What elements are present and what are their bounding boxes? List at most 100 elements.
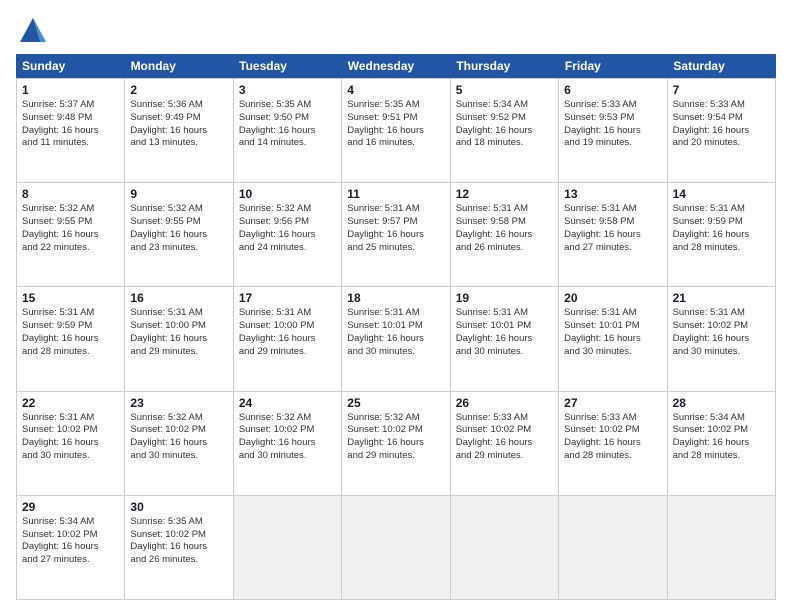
day-info: Sunrise: 5:37 AM Sunset: 9:48 PM Dayligh…	[22, 99, 119, 150]
calendar-cell: 22Sunrise: 5:31 AM Sunset: 10:02 PM Dayl…	[17, 392, 125, 495]
weekday-header: Sunday	[16, 54, 125, 78]
calendar-cell: 23 Sunrise: 5:32 AM Sunset: 10:02 PM Dayl…	[125, 392, 233, 495]
day-info: Sunrise: 5:31 AM Sunset: 10:00 PM Daylig…	[130, 307, 227, 358]
day-number: 3	[239, 83, 336, 97]
calendar-cell: 24Sunrise: 5:32 AM Sunset: 10:02 PM Dayl…	[234, 392, 342, 495]
calendar-cell: 5 Sunrise: 5:34 AM Sunset: 9:52 PM Daylig…	[451, 79, 559, 182]
day-info: Sunrise: 5:33 AM Sunset: 10:02 PM Daylig…	[564, 412, 661, 463]
calendar-cell: 14Sunrise: 5:31 AM Sunset: 9:59 PM Dayli…	[668, 183, 776, 286]
calendar-cell: 17Sunrise: 5:31 AM Sunset: 10:00 PM Dayl…	[234, 287, 342, 390]
day-info: Sunrise: 5:32 AM Sunset: 10:02 PM Daylig…	[130, 412, 227, 463]
day-number: 5	[456, 83, 553, 97]
calendar-cell	[342, 496, 450, 599]
day-number: 28	[673, 396, 770, 410]
day-info: Sunrise: 5:33 AM Sunset: 9:53 PM Dayligh…	[564, 99, 661, 150]
calendar-cell: 9 Sunrise: 5:32 AM Sunset: 9:55 PM Daylig…	[125, 183, 233, 286]
calendar-row: 29 Sunrise: 5:34 AM Sunset: 10:02 PM Dayl…	[16, 495, 776, 600]
calendar-cell: 2 Sunrise: 5:36 AM Sunset: 9:49 PM Daylig…	[125, 79, 233, 182]
day-number: 2	[130, 83, 227, 97]
day-number: 15	[22, 291, 119, 305]
weekday-header: Monday	[125, 54, 234, 78]
day-number: 9	[130, 187, 227, 201]
day-number: 23	[130, 396, 227, 410]
calendar-cell: 6Sunrise: 5:33 AM Sunset: 9:53 PM Daylig…	[559, 79, 667, 182]
page: SundayMondayTuesdayWednesdayThursdayFrid…	[0, 0, 792, 612]
day-number: 20	[564, 291, 661, 305]
day-info: Sunrise: 5:31 AM Sunset: 10:01 PM Daylig…	[564, 307, 661, 358]
logo-icon	[16, 12, 50, 46]
calendar-cell: 15 Sunrise: 5:31 AM Sunset: 9:59 PM Dayli…	[17, 287, 125, 390]
weekday-header: Tuesday	[233, 54, 342, 78]
day-info: Sunrise: 5:36 AM Sunset: 9:49 PM Dayligh…	[130, 99, 227, 150]
calendar-cell: 19Sunrise: 5:31 AM Sunset: 10:01 PM Dayl…	[451, 287, 559, 390]
calendar-cell: 13 Sunrise: 5:31 AM Sunset: 9:58 PM Dayli…	[559, 183, 667, 286]
calendar-cell	[668, 496, 776, 599]
calendar-row: 8 Sunrise: 5:32 AM Sunset: 9:55 PM Daylig…	[16, 182, 776, 286]
calendar-cell: 3 Sunrise: 5:35 AM Sunset: 9:50 PM Daylig…	[234, 79, 342, 182]
day-info: Sunrise: 5:34 AM Sunset: 10:02 PM Daylig…	[22, 516, 119, 567]
day-number: 26	[456, 396, 553, 410]
day-info: Sunrise: 5:35 AM Sunset: 9:50 PM Dayligh…	[239, 99, 336, 150]
calendar-cell: 12 Sunrise: 5:31 AM Sunset: 9:58 PM Dayli…	[451, 183, 559, 286]
day-info: Sunrise: 5:31 AM Sunset: 10:01 PM Daylig…	[347, 307, 444, 358]
day-info: Sunrise: 5:32 AM Sunset: 10:02 PM Daylig…	[347, 412, 444, 463]
day-number: 30	[130, 500, 227, 514]
calendar-cell: 25Sunrise: 5:32 AM Sunset: 10:02 PM Dayl…	[342, 392, 450, 495]
day-number: 4	[347, 83, 444, 97]
calendar-row: 15 Sunrise: 5:31 AM Sunset: 9:59 PM Dayli…	[16, 286, 776, 390]
day-number: 22	[22, 396, 119, 410]
calendar-body: 1 Sunrise: 5:37 AM Sunset: 9:48 PM Daylig…	[16, 78, 776, 600]
day-number: 10	[239, 187, 336, 201]
calendar-cell: 8Sunrise: 5:32 AM Sunset: 9:55 PM Daylig…	[17, 183, 125, 286]
calendar-cell: 26 Sunrise: 5:33 AM Sunset: 10:02 PM Dayl…	[451, 392, 559, 495]
day-number: 17	[239, 291, 336, 305]
day-info: Sunrise: 5:31 AM Sunset: 9:59 PM Dayligh…	[673, 203, 770, 254]
day-info: Sunrise: 5:35 AM Sunset: 10:02 PM Daylig…	[130, 516, 227, 567]
day-info: Sunrise: 5:31 AM Sunset: 9:57 PM Dayligh…	[347, 203, 444, 254]
day-info: Sunrise: 5:34 AM Sunset: 10:02 PM Daylig…	[673, 412, 770, 463]
calendar-cell	[451, 496, 559, 599]
calendar-cell: 10 Sunrise: 5:32 AM Sunset: 9:56 PM Dayli…	[234, 183, 342, 286]
day-number: 8	[22, 187, 119, 201]
day-info: Sunrise: 5:32 AM Sunset: 10:02 PM Daylig…	[239, 412, 336, 463]
day-number: 19	[456, 291, 553, 305]
day-info: Sunrise: 5:35 AM Sunset: 9:51 PM Dayligh…	[347, 99, 444, 150]
logo	[16, 12, 50, 46]
calendar-cell: 11 Sunrise: 5:31 AM Sunset: 9:57 PM Dayli…	[342, 183, 450, 286]
day-number: 1	[22, 83, 119, 97]
day-info: Sunrise: 5:34 AM Sunset: 9:52 PM Dayligh…	[456, 99, 553, 150]
calendar-header: SundayMondayTuesdayWednesdayThursdayFrid…	[16, 54, 776, 78]
calendar-cell	[559, 496, 667, 599]
day-info: Sunrise: 5:31 AM Sunset: 9:58 PM Dayligh…	[564, 203, 661, 254]
weekday-header: Thursday	[450, 54, 559, 78]
day-number: 29	[22, 500, 119, 514]
weekday-header: Saturday	[667, 54, 776, 78]
day-info: Sunrise: 5:32 AM Sunset: 9:55 PM Dayligh…	[130, 203, 227, 254]
day-number: 16	[130, 291, 227, 305]
calendar-cell: 20 Sunrise: 5:31 AM Sunset: 10:01 PM Dayl…	[559, 287, 667, 390]
day-number: 12	[456, 187, 553, 201]
calendar: SundayMondayTuesdayWednesdayThursdayFrid…	[16, 54, 776, 600]
calendar-cell: 1 Sunrise: 5:37 AM Sunset: 9:48 PM Daylig…	[17, 79, 125, 182]
day-info: Sunrise: 5:33 AM Sunset: 10:02 PM Daylig…	[456, 412, 553, 463]
calendar-cell: 21Sunrise: 5:31 AM Sunset: 10:02 PM Dayl…	[668, 287, 776, 390]
day-number: 21	[673, 291, 770, 305]
calendar-cell: 16 Sunrise: 5:31 AM Sunset: 10:00 PM Dayl…	[125, 287, 233, 390]
day-info: Sunrise: 5:33 AM Sunset: 9:54 PM Dayligh…	[673, 99, 770, 150]
calendar-cell: 18 Sunrise: 5:31 AM Sunset: 10:01 PM Dayl…	[342, 287, 450, 390]
day-number: 18	[347, 291, 444, 305]
day-number: 7	[673, 83, 770, 97]
calendar-cell: 27Sunrise: 5:33 AM Sunset: 10:02 PM Dayl…	[559, 392, 667, 495]
calendar-cell: 28 Sunrise: 5:34 AM Sunset: 10:02 PM Dayl…	[668, 392, 776, 495]
day-info: Sunrise: 5:32 AM Sunset: 9:56 PM Dayligh…	[239, 203, 336, 254]
calendar-cell	[234, 496, 342, 599]
calendar-cell: 7 Sunrise: 5:33 AM Sunset: 9:54 PM Daylig…	[668, 79, 776, 182]
calendar-cell: 30 Sunrise: 5:35 AM Sunset: 10:02 PM Dayl…	[125, 496, 233, 599]
day-number: 13	[564, 187, 661, 201]
weekday-header: Friday	[559, 54, 668, 78]
day-info: Sunrise: 5:31 AM Sunset: 9:59 PM Dayligh…	[22, 307, 119, 358]
header	[16, 12, 776, 46]
calendar-row: 1 Sunrise: 5:37 AM Sunset: 9:48 PM Daylig…	[16, 78, 776, 182]
day-number: 11	[347, 187, 444, 201]
day-info: Sunrise: 5:31 AM Sunset: 9:58 PM Dayligh…	[456, 203, 553, 254]
